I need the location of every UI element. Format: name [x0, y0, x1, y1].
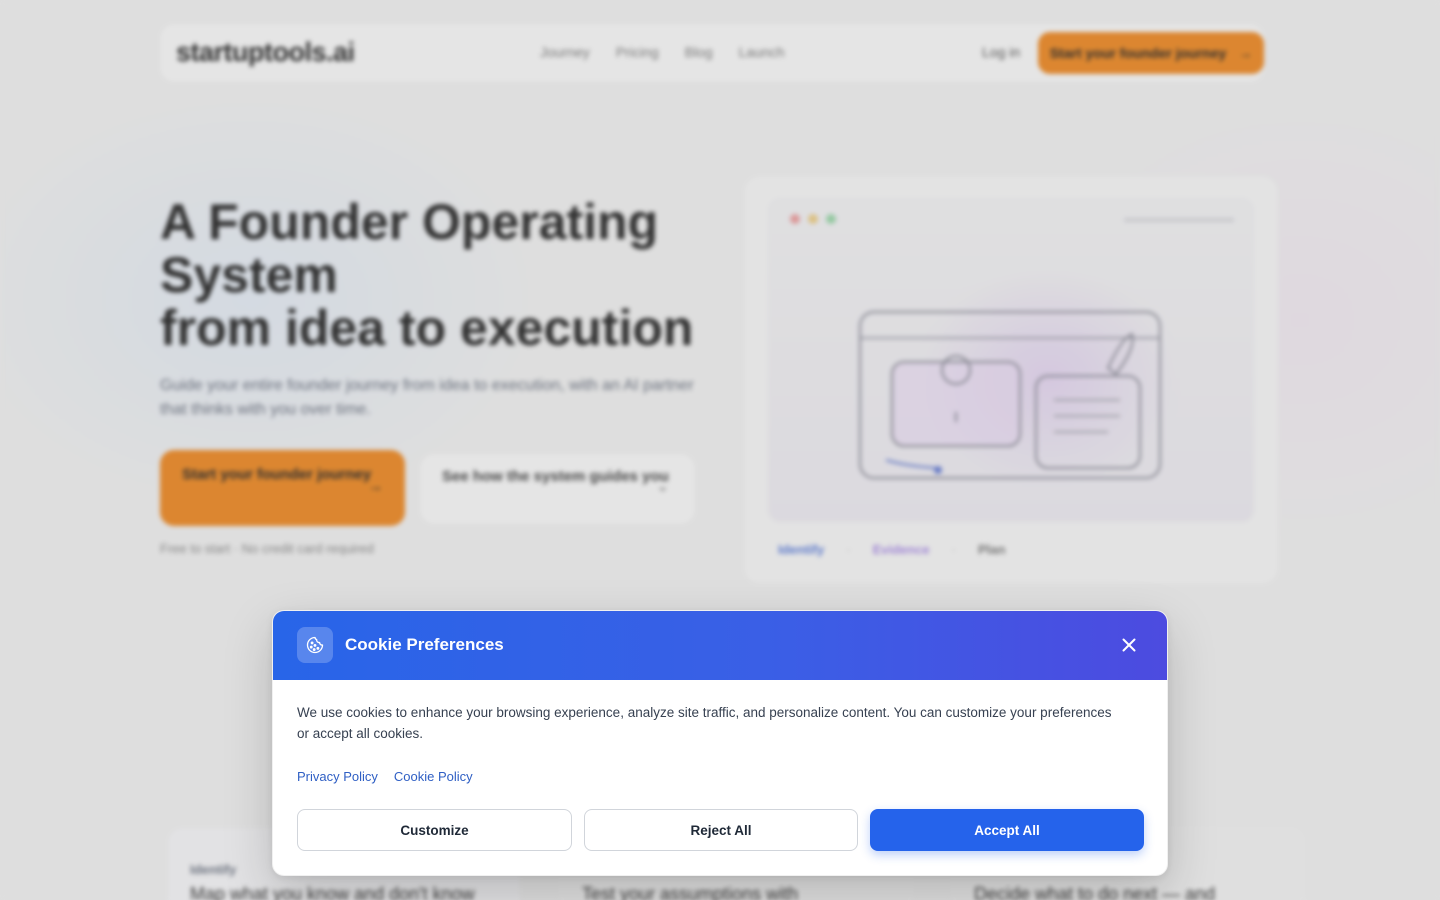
reject-all-button[interactable]: Reject All: [584, 809, 858, 851]
cookie-policy-link[interactable]: Cookie Policy: [394, 769, 473, 784]
cookie-preferences-dialog: Cookie Preferences We use cookies to enh…: [272, 610, 1168, 876]
customize-button[interactable]: Customize: [297, 809, 572, 851]
dialog-header: Cookie Preferences: [273, 611, 1167, 680]
dialog-body-text: We use cookies to enhance your browsing …: [297, 705, 1112, 741]
dialog-title: Cookie Preferences: [345, 635, 504, 654]
close-icon: [1122, 638, 1136, 652]
cookie-icon: [297, 627, 333, 663]
privacy-policy-link[interactable]: Privacy Policy: [297, 769, 378, 784]
policy-links: Privacy Policy Cookie Policy: [297, 769, 473, 784]
close-button[interactable]: [1117, 633, 1141, 657]
accept-all-button[interactable]: Accept All: [870, 809, 1144, 851]
